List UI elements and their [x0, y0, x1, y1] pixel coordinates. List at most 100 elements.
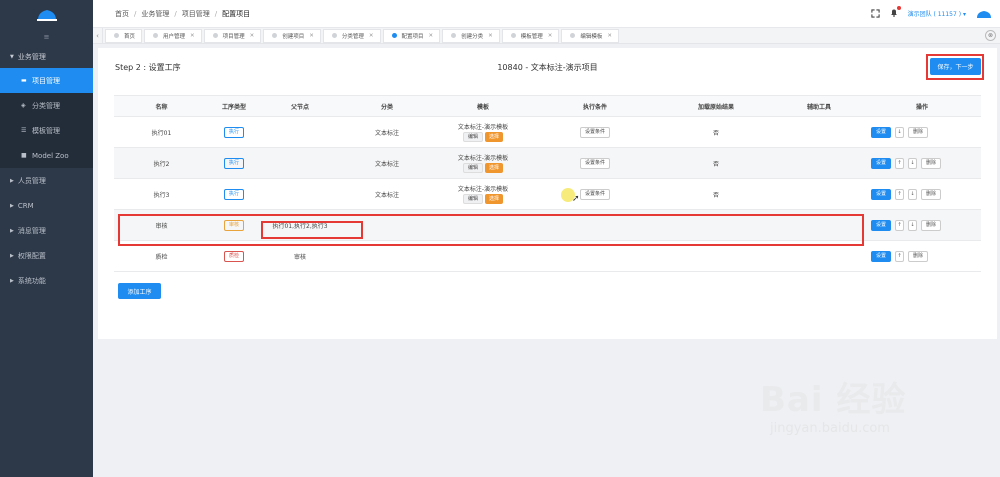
tab-close-icon[interactable]: ✕ [548, 33, 553, 39]
move-up-button[interactable]: ↑ [895, 250, 905, 262]
tab-label: 首页 [124, 33, 136, 40]
col-header: 操作 [915, 103, 928, 111]
menu-group-label: 业务管理 [17, 53, 46, 61]
sidebar-item-crm[interactable]: ▶ CRM [0, 193, 93, 218]
col-header: 辅助工具 [806, 103, 831, 111]
sidebar-item-label: 消息管理 [17, 226, 46, 235]
type-tag: 执行 [223, 188, 244, 200]
tab-close-icon[interactable]: ✕ [607, 33, 612, 39]
tab-config-project[interactable]: 配置项目 ✕ [382, 28, 441, 43]
set-button[interactable]: 设置 [871, 188, 892, 200]
select-template-button[interactable]: 选择 [485, 193, 504, 204]
tab-dot [153, 33, 159, 38]
tabs-bar: ‹ 首页 用户管理 ✕ 项目管理 ✕ 创建项目 ✕ 分类管理 ✕ 配置项目 ✕ 创建分类 ✕… [93, 27, 1000, 44]
cell-type: 执行 [209, 157, 259, 169]
move-down-button[interactable]: ↓ [908, 188, 918, 200]
set-condition-button[interactable]: 设置条件 [579, 188, 610, 200]
delete-button[interactable]: 删除 [921, 157, 942, 169]
tab-user-manage[interactable]: 用户管理 ✕ [144, 28, 202, 43]
breadcrumb-project[interactable]: 项目管理 [182, 9, 210, 19]
sidebar-item-template-manage[interactable]: ☰ 模板管理 [0, 118, 93, 143]
template-name: 文本标注-演示模板 [457, 123, 509, 131]
notification-bell-icon[interactable] [890, 6, 901, 19]
tab-category-manage[interactable]: 分类管理 ✕ [322, 28, 381, 43]
type-tag: 执行 [223, 126, 244, 138]
set-condition-button[interactable]: 设置条件 [579, 126, 610, 138]
select-template-button[interactable]: 选择 [485, 131, 504, 142]
set-button[interactable]: 设置 [871, 219, 892, 231]
tab-project-manage[interactable]: 项目管理 ✕ [203, 28, 262, 43]
sidebar-item-system[interactable]: ▶ 系统功能 [0, 268, 93, 293]
cell-actions: 设置 ↑ ↓ 删除 [863, 188, 981, 200]
delete-button[interactable]: 删除 [908, 126, 929, 138]
watermark-url: jingyan.baidu.com [770, 421, 890, 436]
tab-close-icon[interactable]: ✕ [190, 33, 195, 39]
menu-group-business[interactable]: ▼ 业务管理 [0, 46, 93, 68]
cell-category: 文本标注 [374, 191, 399, 199]
avatar-cloud-icon[interactable] [976, 9, 992, 19]
close-all-tabs-icon[interactable]: ⊗ [985, 30, 996, 41]
fullscreen-icon[interactable] [870, 9, 880, 18]
collapse-menu-icon[interactable]: ≡ [0, 28, 93, 46]
tab-dot [510, 33, 516, 38]
watermark: Bai 经验 jingyan.baidu.com [760, 372, 906, 436]
breadcrumb-home[interactable]: 首页 [115, 9, 129, 19]
sidebar-item-permission[interactable]: ▶ 权限配置 [0, 243, 93, 268]
tab-template-manage[interactable]: 模板管理 ✕ [501, 28, 560, 43]
delete-button[interactable]: 删除 [921, 219, 942, 231]
edit-template-button[interactable]: 编辑 [462, 162, 483, 173]
table-row: 执行3 执行 文本标注 文本标注-演示模板 编辑 选择 设置条件 否 设置 ↑ ↓… [114, 179, 981, 210]
tab-close-icon[interactable]: ✕ [309, 33, 314, 39]
tab-close-icon[interactable]: ✕ [488, 33, 493, 39]
sidebar-item-model-zoo[interactable]: ■ Model Zoo [0, 143, 93, 168]
monitor-icon: ▬ [21, 77, 27, 84]
logo[interactable] [0, 0, 93, 28]
add-process-button[interactable]: 添加工序 [118, 283, 161, 299]
template-icon: ☰ [21, 127, 27, 134]
sidebar-item-personnel[interactable]: ▶ 人员管理 [0, 168, 93, 193]
tab-edit-template[interactable]: 编辑模板 ✕ [561, 28, 620, 43]
template-name: 文本标注-演示模板 [457, 154, 509, 162]
sidebar-item-label: 分类管理 [32, 101, 60, 110]
cell-condition: 设置条件 [533, 126, 657, 138]
edit-template-button[interactable]: 编辑 [462, 193, 483, 204]
tab-close-icon[interactable]: ✕ [429, 33, 434, 39]
move-up-button[interactable]: ↑ [895, 188, 905, 200]
chevron-right-icon: ▶ [10, 252, 14, 259]
cell-category: 文本标注 [374, 160, 399, 168]
sidebar-item-label: Model Zoo [32, 151, 69, 160]
cell-category: 文本标注 [374, 129, 399, 137]
tab-close-icon[interactable]: ✕ [250, 33, 255, 39]
cloud-logo-icon [36, 10, 57, 21]
move-up-button[interactable]: ↑ [895, 157, 905, 169]
sidebar-item-category-manage[interactable]: ◈ 分类管理 [0, 93, 93, 118]
sidebar-item-message[interactable]: ▶ 消息管理 [0, 218, 93, 243]
sidebar-item-project-manage[interactable]: ▬ 项目管理 [0, 68, 93, 93]
tab-dot [451, 33, 457, 38]
set-button[interactable]: 设置 [871, 126, 892, 138]
tab-create-category[interactable]: 创建分类 ✕ [442, 28, 500, 43]
breadcrumb-business[interactable]: 业务管理 [141, 9, 169, 19]
select-template-button[interactable]: 选择 [485, 162, 504, 173]
move-down-button[interactable]: ↓ [908, 157, 918, 169]
tab-home[interactable]: 首页 [105, 28, 143, 43]
tab-close-icon[interactable]: ✕ [369, 33, 374, 39]
breadcrumb-separator: / [174, 9, 177, 18]
set-button[interactable]: 设置 [871, 157, 892, 169]
delete-button[interactable]: 删除 [921, 188, 942, 200]
col-header: 执行条件 [582, 103, 607, 111]
set-button[interactable]: 设置 [871, 250, 892, 262]
move-down-button[interactable]: ↓ [895, 126, 905, 138]
move-down-button[interactable]: ↓ [908, 219, 918, 231]
tab-create-project[interactable]: 创建项目 ✕ [263, 28, 321, 43]
user-menu[interactable]: 演示团队 ( 11157 ) ▾ [908, 9, 966, 18]
move-up-button[interactable]: ↑ [895, 219, 905, 231]
edit-template-button[interactable]: 编辑 [462, 131, 483, 142]
delete-button[interactable]: 删除 [908, 250, 929, 262]
sidebar: ≡ ▼ 业务管理 ▬ 项目管理 ◈ 分类管理 ☰ 模板管理 ■ Model Zo… [0, 0, 93, 477]
set-condition-button[interactable]: 设置条件 [579, 157, 610, 169]
cell-condition: 设置条件 [533, 157, 657, 169]
cell-parent: 审核 [293, 253, 306, 261]
tab-scroll-left-icon[interactable]: ‹ [93, 27, 103, 44]
breadcrumb-current: 配置项目 [222, 9, 251, 18]
